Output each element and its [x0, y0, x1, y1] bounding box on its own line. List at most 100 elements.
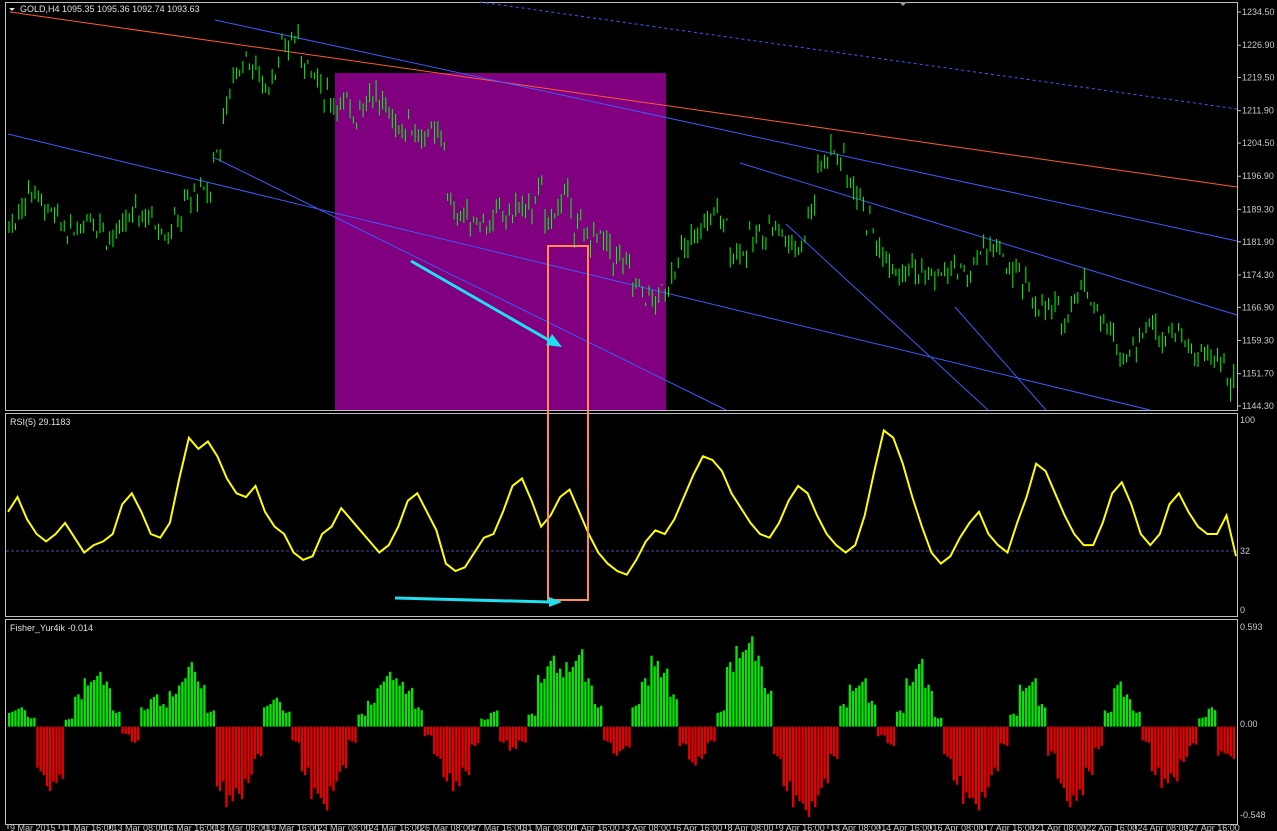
fisher-bar [634, 705, 637, 727]
fisher-bar [1091, 726, 1094, 776]
fisher-bar [303, 726, 307, 776]
annotation-arrow-rsi [394, 596, 562, 607]
fisher-bar [622, 726, 625, 750]
fisher-bar [719, 711, 722, 727]
fisher-bar [801, 726, 804, 804]
fisher-bar [1084, 726, 1088, 768]
fisher-bar [1018, 684, 1022, 727]
fisher-bar [272, 699, 275, 727]
fisher-bar [1122, 696, 1125, 727]
fisher-bar [370, 704, 373, 727]
fisher-bar [1169, 726, 1173, 774]
fisher-tick: 0.593 [1240, 622, 1263, 632]
price-tick: 1196.90 [1242, 171, 1274, 181]
fisher-bar [694, 726, 697, 766]
chart-menu-icon[interactable] [9, 8, 15, 11]
fisher-bar [785, 726, 789, 792]
fisher-bar [52, 726, 55, 782]
fisher-bar [984, 726, 987, 798]
fisher-bar [518, 726, 521, 741]
fisher-bar [1015, 715, 1018, 727]
fisher-bar [864, 678, 867, 727]
fisher-bar [149, 699, 153, 727]
fisher-bar [883, 726, 886, 736]
fisher-bar [615, 726, 619, 756]
fisher-bar [80, 699, 83, 727]
fisher-bar [757, 655, 760, 727]
fisher-bar [795, 726, 798, 796]
fisher-bar [11, 711, 14, 727]
fisher-bar [798, 726, 801, 802]
fisher-bar [1009, 714, 1012, 727]
fisher-bar [666, 668, 669, 727]
fisher-bar [58, 726, 61, 775]
fisher-bar [766, 693, 770, 727]
time-tick: 18 Mar 08:00 [215, 823, 268, 831]
fisher-bar [351, 726, 354, 742]
fisher-bar [33, 717, 36, 727]
fisher-bar [609, 726, 612, 743]
price-tick: 1181.90 [1242, 237, 1274, 247]
fisher-bar [1138, 711, 1141, 727]
price-tick: 1144.30 [1242, 401, 1274, 411]
fisher-bar [858, 685, 861, 727]
fisher-bar [36, 726, 39, 768]
fisher-bar [873, 704, 877, 727]
fisher-bar [577, 655, 581, 727]
fisher-bar [1043, 707, 1047, 727]
fisher-bar [729, 662, 732, 727]
fisher-bar [1031, 681, 1034, 727]
price-tick: 1234.50 [1242, 7, 1275, 17]
fisher-bar [281, 710, 285, 727]
fisher-bar [433, 726, 436, 755]
fisher-bar [625, 726, 628, 746]
fisher-bar [1025, 687, 1028, 727]
fisher-bar [814, 726, 817, 808]
fisher-bar [464, 726, 467, 772]
fisher-bar [899, 710, 902, 727]
fisher-bar [606, 726, 609, 742]
fisher-bar [599, 705, 603, 727]
fisher-bar [247, 726, 250, 784]
price-tick: 1159.30 [1242, 335, 1274, 345]
fisher-bar [376, 688, 379, 727]
fisher-bar [241, 726, 244, 800]
fisher-bar [483, 719, 486, 727]
fisher-bar [143, 710, 146, 727]
fisher-bar [618, 726, 622, 752]
fisher-bar [329, 726, 332, 787]
fisher-bar [540, 682, 543, 727]
fisher-bar [1106, 712, 1110, 727]
fisher-bar [977, 726, 981, 811]
fisher-bar [439, 726, 442, 759]
fisher-bar [559, 668, 562, 727]
fisher-bar [776, 726, 779, 757]
fisher-bar [842, 704, 845, 727]
time-tick: 27 Apr 16:00 [1189, 823, 1240, 831]
time-tick: 26 Mar 08:00 [420, 823, 473, 831]
time-tick: 16 Mar 16:00 [164, 823, 217, 831]
fisher-bar [1179, 726, 1182, 760]
fisher-bar [338, 726, 341, 772]
fisher-bar [763, 687, 767, 727]
fisher-bar [388, 671, 392, 727]
fisher-bar [949, 726, 952, 759]
fisher-bar [184, 678, 187, 727]
time-tick: 9 Apr 16:00 [779, 823, 825, 831]
fisher-bar [77, 694, 80, 727]
fisher-bar [1163, 726, 1166, 779]
fisher-bar [1182, 726, 1185, 763]
fisher-bar [779, 726, 782, 759]
fisher-bar [877, 726, 880, 737]
fisher-bar [42, 726, 45, 776]
fisher-bar [23, 710, 27, 727]
fisher-bar [678, 726, 682, 746]
fisher-bar [411, 687, 414, 727]
fisher-bar [319, 726, 323, 798]
fisher-bar [511, 726, 515, 748]
fisher-bar [650, 655, 653, 727]
fisher-bar [1185, 726, 1188, 757]
fisher-bar [1059, 726, 1063, 784]
chart-window: GOLD,H4 1095.35 1095.36 1092.74 1093.63 … [5, 1, 1275, 831]
scroll-marker-icon[interactable] [899, 2, 907, 6]
